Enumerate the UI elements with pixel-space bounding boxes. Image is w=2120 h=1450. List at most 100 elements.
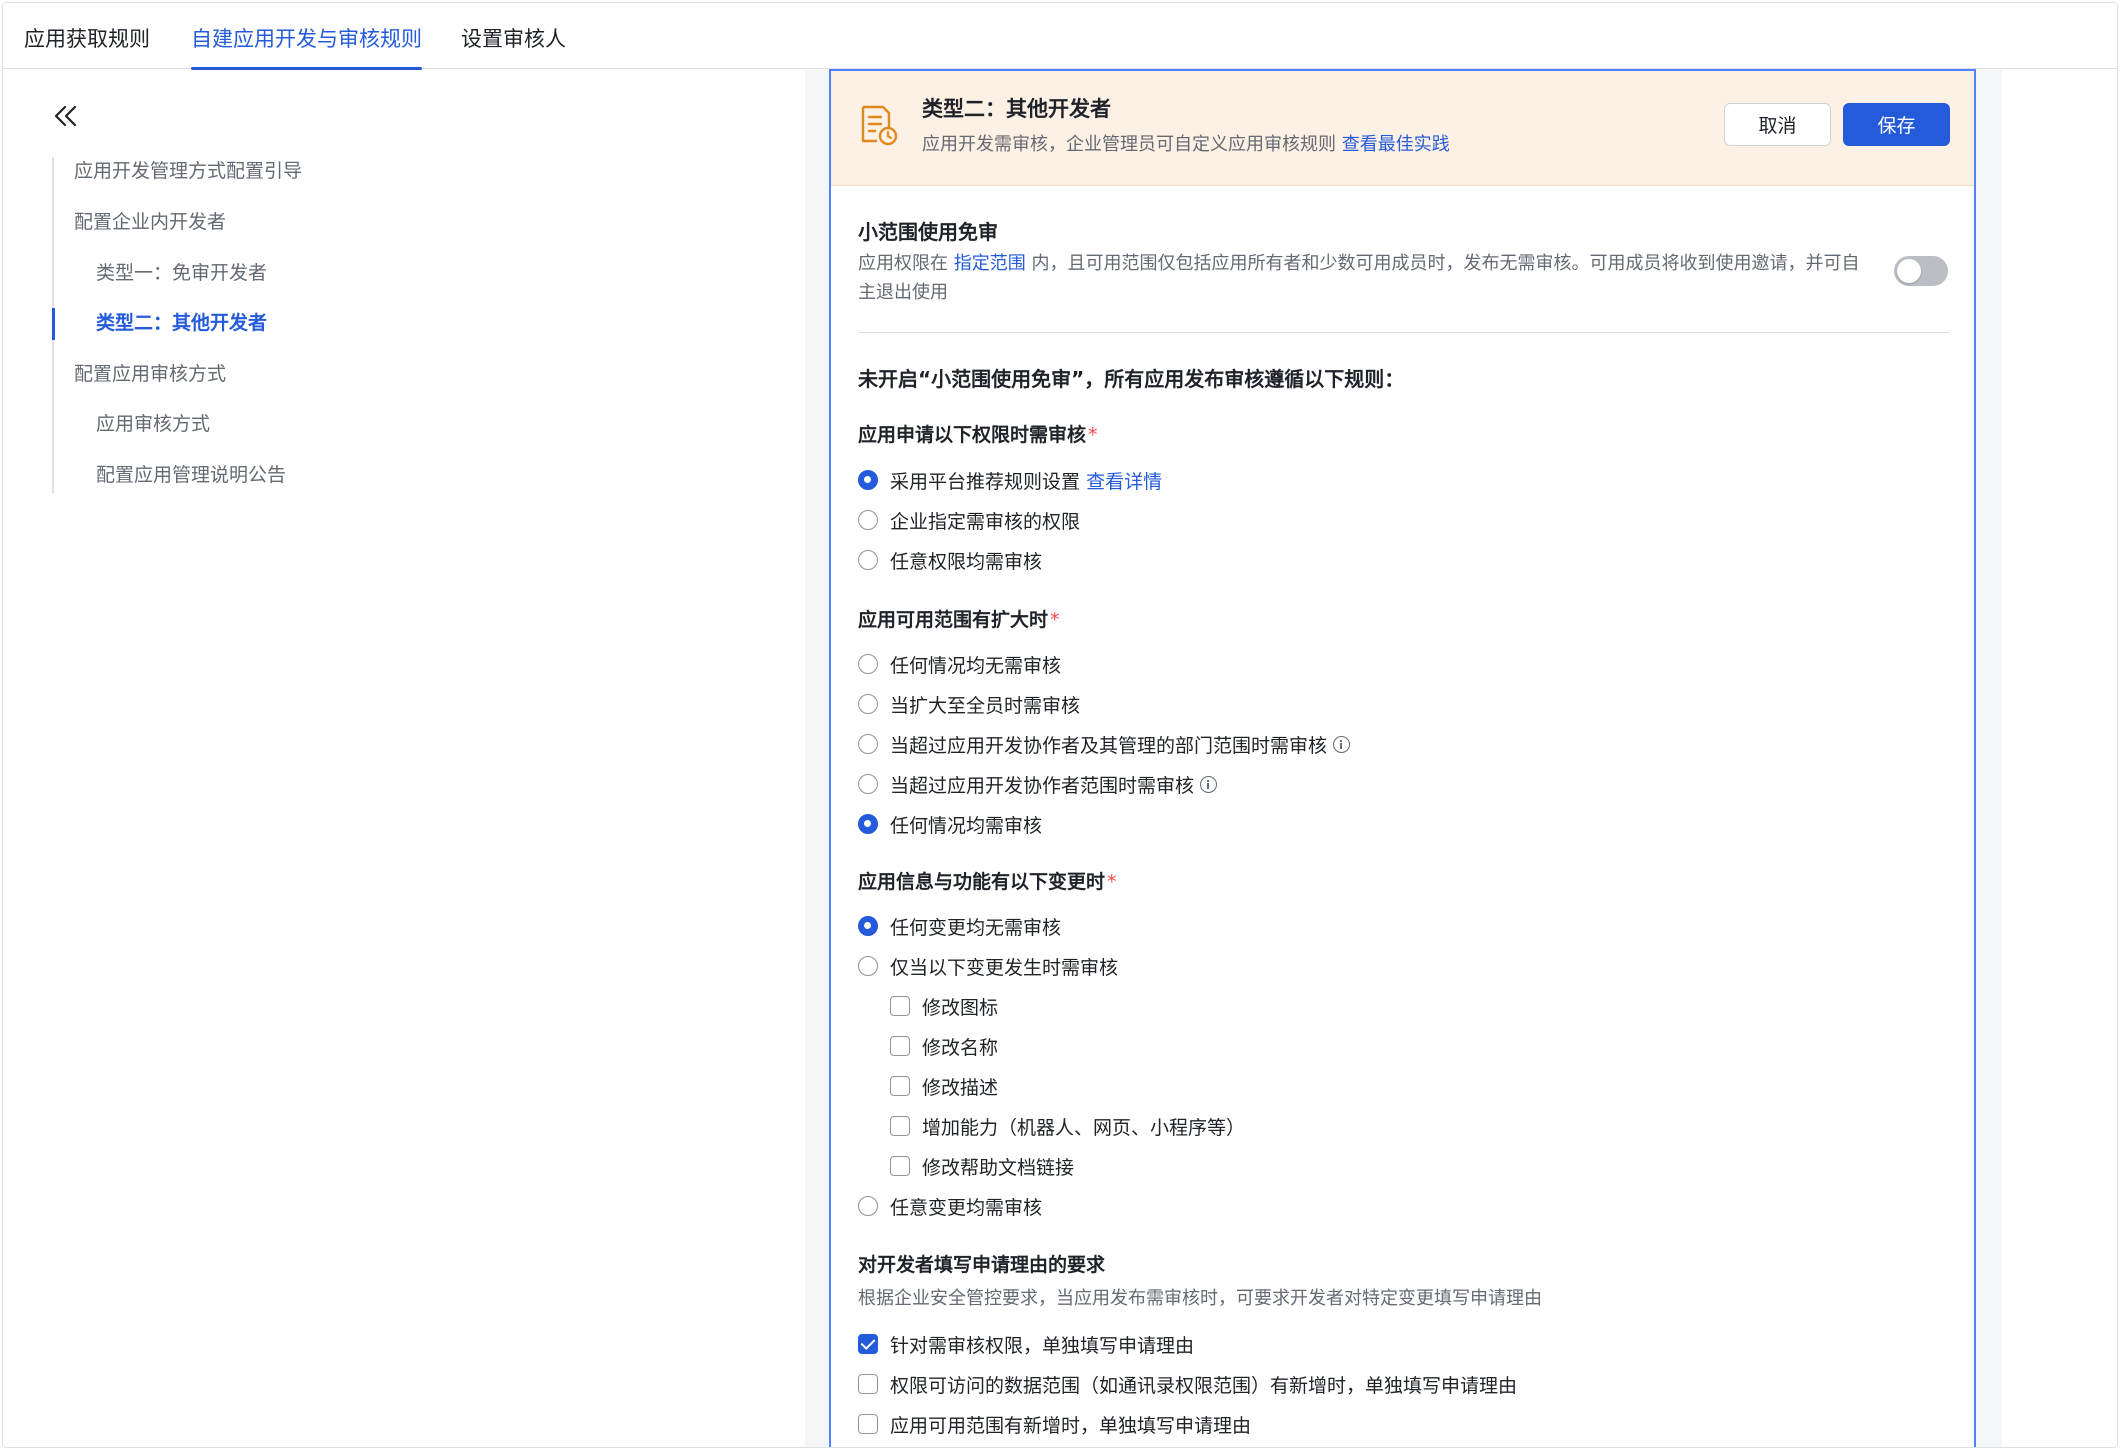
checkbox-reason-available-scope[interactable]: 应用可用范围有新增时，单独填写申请理由 xyxy=(858,1410,1251,1438)
checkbox[interactable] xyxy=(858,1374,878,1394)
reason-requirement-description: 根据企业安全管控要求，当应用发布需审核时，可要求开发者对特定变更填写申请理由 xyxy=(858,1288,1542,1309)
type-banner: 类型二：其他开发者 应用开发需审核，企业管理员可自定义应用审核规则 查看最佳实践… xyxy=(831,71,1974,186)
radio-change-specific[interactable]: 仅当以下变更发生时需审核 xyxy=(858,952,1118,980)
app-window: 应用获取规则 自建应用开发与审核规则 设置审核人 应用开发管理方式配置引导 配置… xyxy=(2,2,2118,1448)
settings-panel: 类型二：其他开发者 应用开发需审核，企业管理员可自定义应用审核规则 查看最佳实践… xyxy=(829,69,1976,1447)
sidebar-active-indicator xyxy=(52,308,55,340)
banner-desc-text: 应用开发需审核，企业管理员可自定义应用审核规则 xyxy=(922,134,1336,155)
checkbox-modify-help-link[interactable]: 修改帮助文档链接 xyxy=(890,1152,1074,1180)
permission-review-label: 应用申请以下权限时需审核 xyxy=(858,424,1087,446)
option-label: 针对需审核权限，单独填写申请理由 xyxy=(890,1334,1195,1357)
radio-button[interactable] xyxy=(858,956,878,976)
radio-button[interactable] xyxy=(858,550,878,570)
radio-button[interactable] xyxy=(858,654,878,674)
radio-button[interactable] xyxy=(858,510,878,530)
view-details-link[interactable]: 查看详情 xyxy=(1086,467,1162,494)
required-mark: * xyxy=(1050,609,1060,631)
option-label: 任何变更均无需审核 xyxy=(890,916,1062,939)
radio-scope-collaborators-departments[interactable]: 当超过应用开发协作者及其管理的部门范围时需审核 xyxy=(858,730,1351,758)
checkbox-add-capability[interactable]: 增加能力（机器人、网页、小程序等） xyxy=(890,1112,1245,1140)
required-mark: * xyxy=(1088,424,1098,446)
save-button[interactable]: 保存 xyxy=(1843,103,1950,146)
sidebar-item-internal-developers[interactable]: 配置企业内开发者 xyxy=(74,209,226,235)
option-label: 应用可用范围有新增时，单独填写申请理由 xyxy=(890,1414,1252,1437)
radio-scope-always-review[interactable]: 任何情况均需审核 xyxy=(858,810,1042,838)
double-chevron-left-icon[interactable] xyxy=(53,103,79,129)
checkbox[interactable] xyxy=(890,996,910,1016)
sidebar-item-review-method-config[interactable]: 配置应用审核方式 xyxy=(74,361,226,387)
tab-set-reviewer[interactable]: 设置审核人 xyxy=(461,3,566,69)
option-label: 修改描述 xyxy=(922,1076,999,1099)
info-icon[interactable] xyxy=(1200,775,1218,793)
option-label: 任何情况均需审核 xyxy=(890,814,1043,837)
radio-button[interactable] xyxy=(858,734,878,754)
exempt-title: 小范围使用免审 xyxy=(858,220,998,244)
sidebar-item-type-one[interactable]: 类型一：免审开发者 xyxy=(96,260,267,286)
scope-review-title: 应用可用范围有扩大时 * xyxy=(858,605,1060,632)
radio-scope-no-review[interactable]: 任何情况均无需审核 xyxy=(858,650,1061,678)
option-label: 当超过应用开发协作者范围时需审核 xyxy=(890,774,1195,797)
radio-button[interactable] xyxy=(858,694,878,714)
required-mark: * xyxy=(1107,871,1117,893)
checkbox[interactable] xyxy=(890,1156,910,1176)
radio-button[interactable] xyxy=(858,774,878,794)
radio-change-no-review[interactable]: 任何变更均无需审核 xyxy=(858,912,1061,940)
cancel-button[interactable]: 取消 xyxy=(1724,103,1831,146)
checkbox-modify-icon[interactable]: 修改图标 xyxy=(890,992,998,1020)
document-clock-icon xyxy=(859,103,899,147)
option-label: 仅当以下变更发生时需审核 xyxy=(890,956,1119,979)
checkbox-reason-permission[interactable]: 针对需审核权限，单独填写申请理由 xyxy=(858,1330,1194,1358)
sidebar-item-announcement[interactable]: 配置应用管理说明公告 xyxy=(96,462,286,488)
change-review-title: 应用信息与功能有以下变更时 * xyxy=(858,867,1117,894)
checkbox-modify-name[interactable]: 修改名称 xyxy=(890,1032,998,1060)
option-label: 修改图标 xyxy=(922,996,999,1019)
best-practice-link[interactable]: 查看最佳实践 xyxy=(1342,134,1450,155)
checkbox[interactable] xyxy=(890,1116,910,1136)
sidebar-item-review-method[interactable]: 应用审核方式 xyxy=(96,411,210,437)
option-label: 采用平台推荐规则设置 xyxy=(890,470,1081,493)
toggle-knob xyxy=(1897,259,1921,283)
section-divider xyxy=(858,332,1950,333)
tab-app-acquisition-rules[interactable]: 应用获取规则 xyxy=(24,3,150,69)
permission-review-title: 应用申请以下权限时需审核 * xyxy=(858,420,1098,447)
radio-scope-all-members[interactable]: 当扩大至全员时需审核 xyxy=(858,690,1080,718)
exempt-toggle[interactable] xyxy=(1894,256,1948,286)
checkbox-checked[interactable] xyxy=(858,1334,878,1354)
checkbox-reason-data-scope[interactable]: 权限可访问的数据范围（如通讯录权限范围）有新增时，单独填写申请理由 xyxy=(858,1370,1517,1398)
option-label: 任何情况均无需审核 xyxy=(890,654,1062,677)
change-review-label: 应用信息与功能有以下变更时 xyxy=(858,871,1106,893)
option-label: 任意变更均需审核 xyxy=(890,1196,1043,1219)
tab-self-built-app-rules[interactable]: 自建应用开发与审核规则 xyxy=(191,3,422,70)
specified-scope-link[interactable]: 指定范围 xyxy=(954,253,1026,274)
rules-title: 未开启“小范围使用免审”，所有应用发布审核遵循以下规则： xyxy=(858,367,1405,391)
exempt-description: 应用权限在 指定范围 内，且可用范围仅包括应用所有者和少数可用成员时，发布无需审… xyxy=(858,249,1868,307)
radio-button-selected[interactable] xyxy=(858,916,878,936)
option-label: 企业指定需审核的权限 xyxy=(890,510,1081,533)
checkbox-modify-description[interactable]: 修改描述 xyxy=(890,1072,998,1100)
checkbox[interactable] xyxy=(858,1414,878,1434)
option-label: 当超过应用开发协作者及其管理的部门范围时需审核 xyxy=(890,734,1328,757)
radio-change-any[interactable]: 任意变更均需审核 xyxy=(858,1192,1042,1220)
radio-button-selected[interactable] xyxy=(858,470,878,490)
banner-title: 类型二：其他开发者 xyxy=(922,97,1111,121)
sidebar-item-type-two[interactable]: 类型二：其他开发者 xyxy=(96,310,267,336)
option-label: 修改名称 xyxy=(922,1036,999,1059)
option-label: 当扩大至全员时需审核 xyxy=(890,694,1081,717)
option-label: 任意权限均需审核 xyxy=(890,550,1043,573)
radio-scope-collaborators[interactable]: 当超过应用开发协作者范围时需审核 xyxy=(858,770,1218,798)
banner-description: 应用开发需审核，企业管理员可自定义应用审核规则 查看最佳实践 xyxy=(922,130,1450,156)
radio-button-selected[interactable] xyxy=(858,814,878,834)
checkbox[interactable] xyxy=(890,1036,910,1056)
info-icon[interactable] xyxy=(1333,735,1351,753)
option-label: 修改帮助文档链接 xyxy=(922,1156,1075,1179)
top-tab-bar: 应用获取规则 自建应用开发与审核规则 设置审核人 xyxy=(3,3,2117,70)
radio-enterprise-specified[interactable]: 企业指定需审核的权限 xyxy=(858,506,1080,534)
option-label: 增加能力（机器人、网页、小程序等） xyxy=(922,1116,1246,1139)
reason-requirement-title: 对开发者填写申请理由的要求 xyxy=(858,1254,1106,1276)
radio-any-permission[interactable]: 任意权限均需审核 xyxy=(858,546,1042,574)
radio-platform-recommended[interactable]: 采用平台推荐规则设置 查看详情 xyxy=(858,466,1162,494)
sidebar-item-config-guide[interactable]: 应用开发管理方式配置引导 xyxy=(74,158,302,184)
radio-button[interactable] xyxy=(858,1196,878,1216)
checkbox[interactable] xyxy=(890,1076,910,1096)
option-label: 权限可访问的数据范围（如通讯录权限范围）有新增时，单独填写申请理由 xyxy=(890,1374,1518,1397)
